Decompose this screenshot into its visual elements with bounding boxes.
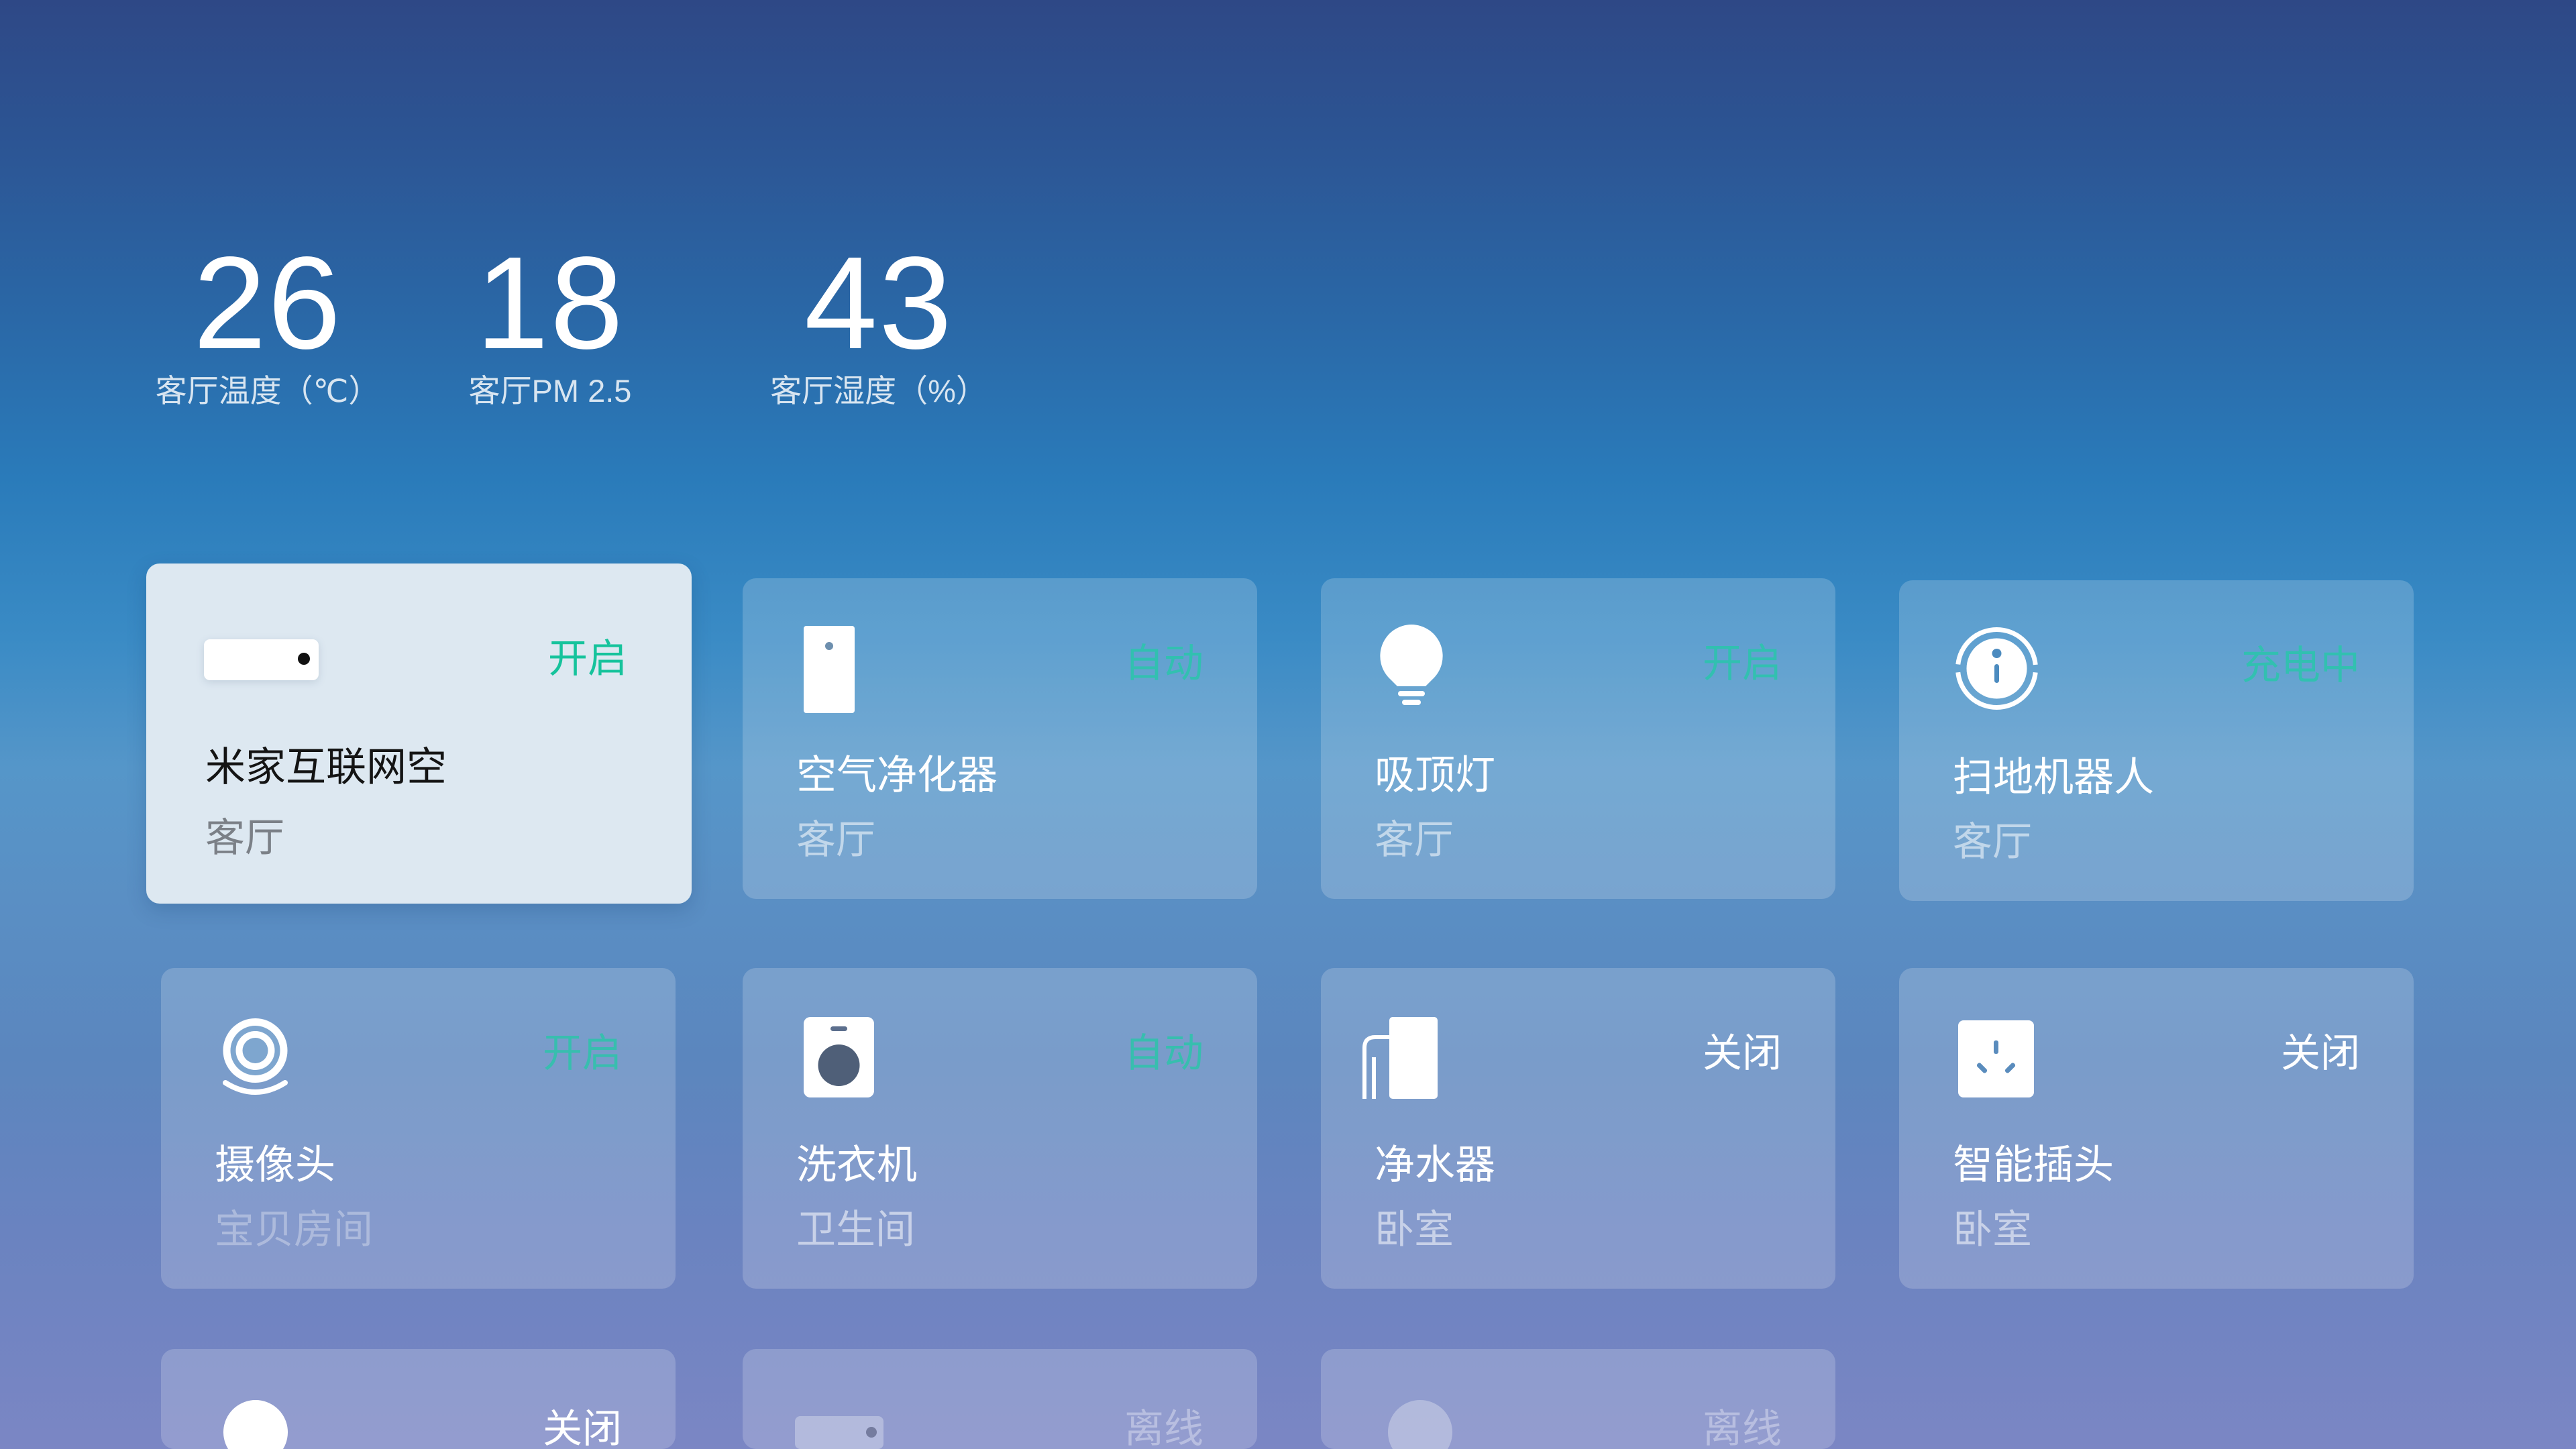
device-status: 关闭 xyxy=(542,1407,622,1449)
device-status: 关闭 xyxy=(1702,1031,1782,1075)
stat-label: 客厅PM 2.5 xyxy=(468,373,632,409)
device-card-washing-machine[interactable]: 自动 洗衣机 卫生间 xyxy=(743,968,1257,1289)
device-status: 自动 xyxy=(1124,1031,1203,1075)
device-status: 离线 xyxy=(1124,1407,1203,1449)
device-card-air-purifier[interactable]: 自动 空气净化器 客厅 xyxy=(743,578,1257,899)
device-status: 开启 xyxy=(1702,641,1782,686)
device-room: 卫生间 xyxy=(796,1208,916,1252)
stat-living-room-humidity: 43 客厅湿度（%） xyxy=(738,237,1020,410)
water-purifier-icon xyxy=(1362,1017,1438,1099)
device-card-ceiling-light[interactable]: 开启 吸顶灯 客厅 xyxy=(1321,578,1835,899)
device-room: 卧室 xyxy=(1953,1208,2033,1252)
stat-label: 客厅湿度（%） xyxy=(770,373,987,409)
device-room: 客厅 xyxy=(205,816,285,860)
device-card-robot-vacuum[interactable]: 充电中 扫地机器人 客厅 xyxy=(1899,580,2414,901)
device-status: 开启 xyxy=(547,637,627,681)
device-status: 开启 xyxy=(542,1031,622,1075)
robot-vacuum-icon xyxy=(1955,627,2038,710)
ceiling-light-icon xyxy=(1380,625,1443,705)
device-name: 净水器 xyxy=(1375,1142,1495,1187)
air-conditioner-icon xyxy=(795,1416,883,1449)
device-card-camera[interactable]: 开启 摄像头 宝贝房间 xyxy=(161,968,676,1289)
device-name: 吸顶灯 xyxy=(1375,753,1495,798)
smart-plug-icon xyxy=(1958,1020,2034,1097)
stat-value: 43 xyxy=(804,229,953,376)
stat-living-room-temperature: 26 客厅温度（℃） xyxy=(127,237,409,410)
device-name: 智能插头 xyxy=(1953,1142,2114,1187)
round-device-icon xyxy=(1388,1400,1452,1449)
device-status: 离线 xyxy=(1702,1407,1782,1449)
device-status: 关闭 xyxy=(2280,1031,2360,1075)
device-room: 宝贝房间 xyxy=(215,1208,374,1252)
stat-living-room-pm25: 18 客厅PM 2.5 xyxy=(409,237,691,410)
stat-value: 26 xyxy=(193,229,342,376)
device-name: 摄像头 xyxy=(215,1142,335,1187)
device-room: 客厅 xyxy=(796,818,876,862)
device-room: 客厅 xyxy=(1375,818,1454,862)
device-status: 充电中 xyxy=(2241,643,2360,688)
device-name: 米家互联网空 xyxy=(205,745,447,790)
device-card-smart-plug[interactable]: 关闭 智能插头 卧室 xyxy=(1899,968,2414,1289)
device-card-round-device[interactable]: 关闭 xyxy=(161,1349,676,1449)
device-room: 卧室 xyxy=(1375,1208,1454,1252)
smart-home-dashboard: 26 客厅温度（℃） 18 客厅PM 2.5 43 客厅湿度（%） 开启 米家互… xyxy=(0,0,2576,1449)
camera-icon xyxy=(223,1018,288,1095)
device-name: 洗衣机 xyxy=(796,1142,917,1187)
washing-machine-icon xyxy=(804,1017,874,1097)
round-device-icon xyxy=(223,1400,288,1449)
stat-value: 18 xyxy=(475,229,625,376)
air-conditioner-icon xyxy=(204,639,319,680)
device-card-offline-round-device[interactable]: 离线 xyxy=(1321,1349,1835,1449)
device-card-offline-air-conditioner[interactable]: 离线 xyxy=(743,1349,1257,1449)
device-name: 空气净化器 xyxy=(796,753,998,798)
air-purifier-icon xyxy=(804,626,855,713)
stat-label: 客厅温度（℃） xyxy=(155,373,380,409)
device-card-water-purifier[interactable]: 关闭 净水器 卧室 xyxy=(1321,968,1835,1289)
device-status: 自动 xyxy=(1124,641,1203,686)
device-card-air-conditioner[interactable]: 开启 米家互联网空 客厅 xyxy=(146,564,692,904)
device-room: 客厅 xyxy=(1953,820,2033,864)
device-name: 扫地机器人 xyxy=(1953,755,2154,800)
